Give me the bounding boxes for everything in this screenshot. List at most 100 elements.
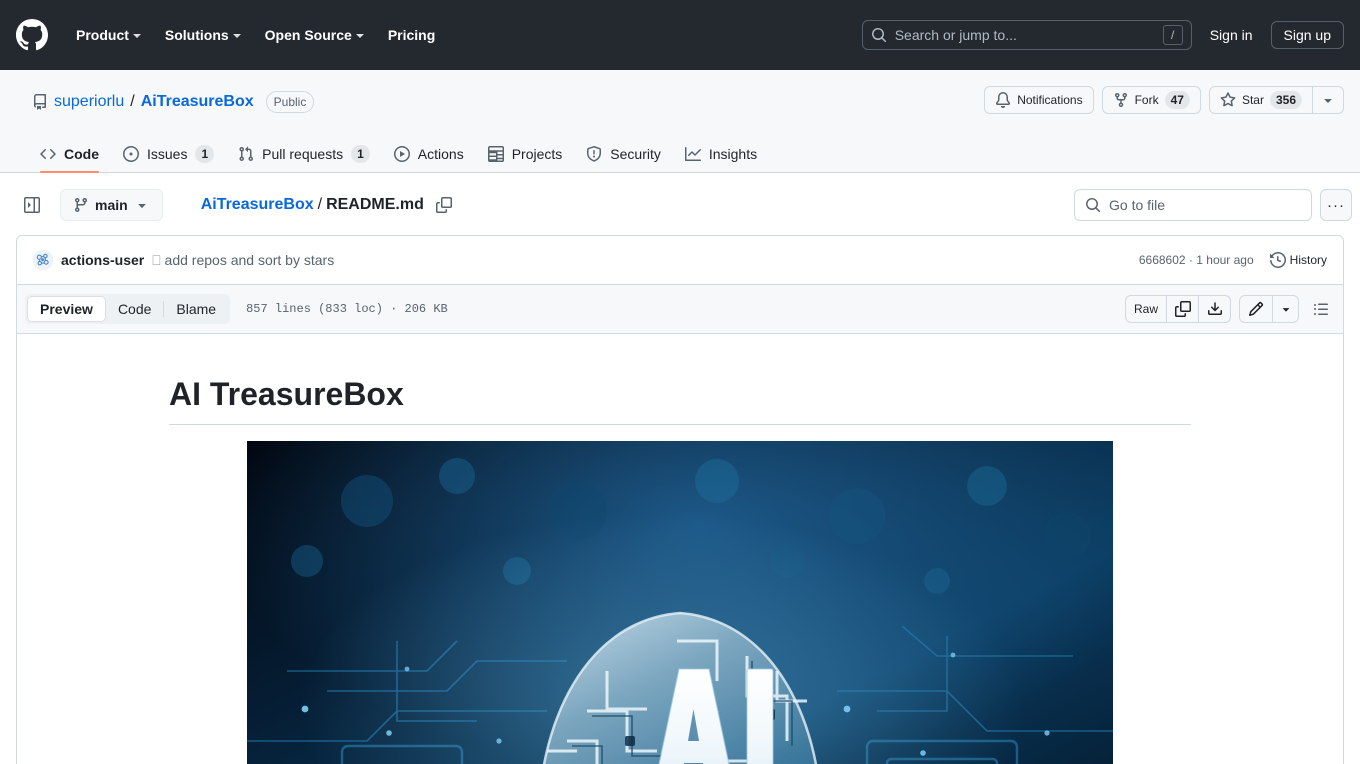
fork-button[interactable]: Fork 47 (1101, 86, 1201, 114)
play-icon (393, 146, 410, 162)
repo-name-link[interactable]: AiTreasureBox (141, 93, 254, 111)
commit-message-link[interactable]: ⎕ add repos and sort by stars (152, 252, 334, 269)
notifications-button[interactable]: Notifications (984, 86, 1094, 114)
commit-time-separator: · (1188, 253, 1193, 267)
global-nav: Product Solutions Open Source Pricing (64, 19, 447, 51)
edit-actions-group (1239, 295, 1299, 323)
commit-author-link[interactable]: actions-user (61, 252, 144, 268)
search-shortcut-key: / (1162, 25, 1183, 45)
view-preview-button[interactable]: Preview (27, 296, 106, 322)
search-icon (1085, 197, 1101, 213)
commit-relative-time: 1 hour ago (1196, 253, 1254, 267)
tab-label: Actions (417, 146, 464, 162)
repo-nav-tabs: Code Issues 1 Pull requests 1 Actions Pr… (32, 128, 1328, 173)
commit-meta-group: 6668602 · 1 hour ago History (1139, 252, 1327, 268)
chevron-down-icon (355, 34, 364, 38)
star-count: 356 (1269, 91, 1302, 109)
breadcrumb-root-link[interactable]: AiTreasureBox (201, 196, 314, 214)
star-dropdown-button[interactable] (1313, 86, 1344, 114)
view-code-button[interactable]: Code (106, 296, 163, 322)
global-header: Product Solutions Open Source Pricing Se… (0, 0, 1360, 70)
tab-security[interactable]: Security (578, 136, 669, 172)
more-options-button[interactable]: ··· (1320, 189, 1352, 221)
tab-count: 1 (351, 145, 370, 163)
globalnav-label: Pricing (387, 27, 436, 43)
branch-selector-button[interactable]: main (60, 189, 163, 221)
list-unordered-icon[interactable] (1307, 295, 1335, 323)
globalnav-label: Open Source (264, 27, 352, 43)
go-to-file-input[interactable]: Go to file (1074, 189, 1312, 221)
header-right-group: Search or jump to... / Sign in Sign up (861, 0, 1344, 70)
history-link[interactable]: History (1269, 252, 1327, 268)
view-blame-button[interactable]: Blame (164, 296, 228, 322)
repo-owner-link[interactable]: superiorlu (54, 93, 124, 111)
globalnav-item-solutions[interactable]: Solutions (153, 19, 253, 51)
file-view-toolbar: Preview Code Blame 857 lines (833 loc) ·… (17, 285, 1343, 334)
breadcrumb-current-file: README.md (326, 196, 424, 213)
sign-in-link[interactable]: Sign in (1200, 21, 1263, 49)
triangle-down-icon (134, 197, 150, 213)
github-mark-icon[interactable] (16, 19, 48, 51)
globalnav-label: Product (76, 27, 129, 43)
breadcrumb-separator: / (317, 196, 323, 213)
shield-icon (586, 146, 602, 162)
actions-user-avatar[interactable] (33, 250, 53, 270)
raw-button[interactable]: Raw (1124, 295, 1167, 323)
tab-pull-requests[interactable]: Pull requests 1 (230, 136, 378, 172)
tab-actions[interactable]: Actions (386, 136, 472, 172)
copy-raw-icon[interactable] (1167, 295, 1199, 323)
file-meta-text: 857 lines (833 loc) · 206 KB (246, 302, 448, 316)
tab-insights[interactable]: Insights (677, 136, 765, 172)
repo-forked-icon (1113, 92, 1129, 108)
globalnav-item-open-source[interactable]: Open Source (253, 19, 376, 51)
star-button[interactable]: Star 356 (1208, 86, 1313, 114)
commit-sha[interactable]: 6668602 (1139, 253, 1186, 267)
file-view-segmented-control: Preview Code Blame (25, 294, 231, 324)
tab-label: Code (64, 146, 99, 162)
raw-actions-group: Raw (1124, 295, 1231, 323)
bell-icon (995, 92, 1011, 108)
commit-sha-and-time: 6668602 · 1 hour ago (1139, 253, 1254, 267)
repo-header: superiorlu / AiTreasureBox Public Notifi… (0, 70, 1360, 173)
edit-dropdown-button[interactable] (1273, 295, 1299, 323)
tab-label: Insights (708, 146, 758, 162)
fork-count: 47 (1164, 91, 1190, 109)
download-icon[interactable] (1199, 295, 1231, 323)
fork-label: Fork (1134, 93, 1159, 107)
tab-label: Pull requests (262, 146, 344, 162)
branch-name: main (95, 197, 128, 213)
globalnav-label: Solutions (164, 27, 229, 43)
commit-message-prefix-glyph: ⎕ (152, 251, 161, 268)
git-pull-request-icon (238, 146, 254, 162)
copy-icon[interactable] (435, 197, 452, 213)
file-toolbar-actions: Raw (1124, 295, 1335, 323)
tab-label: Issues (147, 146, 188, 162)
search-placeholder: Search or jump to... (894, 27, 1017, 43)
repo-actions: Notifications Fork 47 Star 356 (984, 86, 1344, 114)
tab-issues[interactable]: Issues 1 (115, 136, 222, 172)
triangle-down-icon (1320, 92, 1336, 108)
tab-code[interactable]: Code (32, 136, 107, 173)
latest-commit-row: actions-user ⎕ add repos and sort by sta… (16, 235, 1344, 285)
sidebar-expand-icon[interactable] (16, 189, 48, 221)
file-nav-row: main AiTreasureBox / README.md Go to fil… (0, 173, 1360, 235)
readme-content: AI TreasureBox (17, 334, 1343, 764)
tab-label: Security (610, 146, 661, 162)
notifications-label: Notifications (1017, 93, 1083, 107)
globalnav-item-product[interactable]: Product (64, 19, 153, 51)
repo-separator: / (130, 93, 135, 110)
search-input[interactable]: Search or jump to... / (861, 20, 1192, 50)
sign-up-button[interactable]: Sign up (1270, 21, 1344, 49)
history-icon (1269, 252, 1286, 268)
chevron-down-icon (232, 34, 241, 38)
repo-visibility-badge: Public (265, 91, 315, 113)
pencil-icon[interactable] (1239, 295, 1273, 323)
tab-projects[interactable]: Projects (480, 136, 571, 172)
issue-opened-icon (123, 146, 139, 162)
repo-icon (32, 94, 48, 110)
file-content-box: Preview Code Blame 857 lines (833 loc) ·… (16, 285, 1344, 764)
content-wrapper: actions-user ⎕ add repos and sort by sta… (0, 235, 1360, 764)
globalnav-item-pricing[interactable]: Pricing (376, 19, 447, 51)
search-icon (871, 27, 887, 43)
star-button-group: Star 356 (1208, 86, 1344, 114)
